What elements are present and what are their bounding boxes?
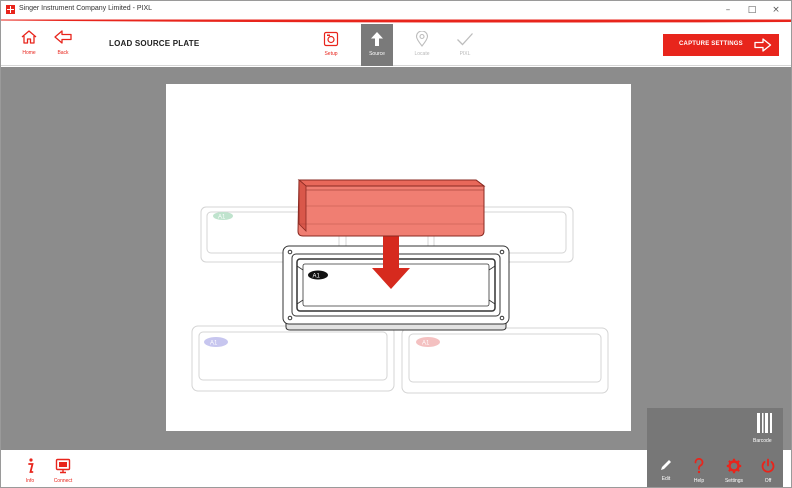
svg-text:A1: A1 xyxy=(422,341,430,347)
edit-label: Edit xyxy=(661,476,671,482)
maximize-button[interactable]: □ xyxy=(741,2,763,18)
step-locate[interactable]: Locate xyxy=(406,24,438,66)
connect-label: Connect xyxy=(53,478,73,484)
plate-label-text: A1 xyxy=(218,215,226,221)
gear-icon xyxy=(726,458,742,474)
home-icon xyxy=(21,30,37,44)
window-title: Singer Instrument Company Limited - PIXL xyxy=(19,5,153,12)
step-source-label: Source xyxy=(369,51,385,57)
arrow-right-icon xyxy=(754,38,772,52)
barcode-button[interactable]: Barcode xyxy=(647,408,783,450)
barcode-icon xyxy=(757,413,772,433)
page-title: LOAD SOURCE PLATE xyxy=(109,39,200,48)
source-plate-lid xyxy=(297,179,486,237)
checkmark-icon xyxy=(457,33,473,46)
main-canvas: A1 A1 A1 A1 Barcode xyxy=(1,67,791,450)
barcode-label: Barcode xyxy=(753,438,772,444)
back-label: Back xyxy=(57,50,69,56)
capture-settings-label: CAPTURE SETTINGS xyxy=(679,41,743,47)
step-pixl-label: PIXL xyxy=(459,51,471,57)
svg-text:A1: A1 xyxy=(210,341,218,347)
back-button[interactable]: Back xyxy=(48,27,78,63)
home-button[interactable]: Home xyxy=(14,27,44,63)
bottom-toolbar: Info Connect Edit Help Settings Off xyxy=(1,450,791,487)
capture-settings-button[interactable]: CAPTURE SETTINGS xyxy=(663,34,779,56)
edit-button[interactable]: Edit xyxy=(651,450,681,487)
help-button[interactable]: Help xyxy=(684,450,714,487)
settings-label: Settings xyxy=(724,478,744,484)
power-icon xyxy=(761,458,775,473)
question-mark-icon xyxy=(694,458,704,474)
step-setup[interactable]: Setup xyxy=(315,24,347,66)
step-source[interactable]: Source xyxy=(361,24,393,66)
info-button[interactable]: Info xyxy=(15,450,45,487)
settings-button[interactable]: Settings xyxy=(719,450,749,487)
help-label: Help xyxy=(693,478,705,484)
home-label: Home xyxy=(22,50,36,56)
info-label: Info xyxy=(25,478,35,484)
background-plate-lower-left xyxy=(191,325,395,392)
pencil-icon xyxy=(661,460,671,470)
location-pin-icon xyxy=(415,31,429,47)
app-logo-icon xyxy=(6,5,15,14)
info-icon xyxy=(28,458,34,473)
step-pixl[interactable]: PIXL xyxy=(449,24,481,66)
load-source-plate-illustration: A1 A1 A1 A1 xyxy=(191,179,609,394)
app-window: Singer Instrument Company Limited - PIXL… xyxy=(0,0,792,488)
step-setup-label: Setup xyxy=(324,51,338,57)
title-bar: Singer Instrument Company Limited - PIXL… xyxy=(1,1,791,19)
monitor-icon xyxy=(55,458,71,474)
top-toolbar: Home Back LOAD SOURCE PLATE Setup Source xyxy=(1,24,791,66)
instruction-panel: A1 A1 A1 A1 xyxy=(166,84,631,431)
back-arrow-icon xyxy=(54,30,72,44)
svg-text:A1: A1 xyxy=(313,274,321,280)
power-button[interactable]: Off xyxy=(753,450,783,487)
step-locate-label: Locate xyxy=(414,51,430,57)
upload-arrow-icon xyxy=(371,32,383,46)
connect-button[interactable]: Connect xyxy=(48,450,78,487)
minimize-button[interactable]: – xyxy=(717,2,739,18)
camera-settings-icon xyxy=(323,31,339,47)
close-button[interactable]: × xyxy=(765,2,787,18)
off-label: Off xyxy=(764,478,772,484)
